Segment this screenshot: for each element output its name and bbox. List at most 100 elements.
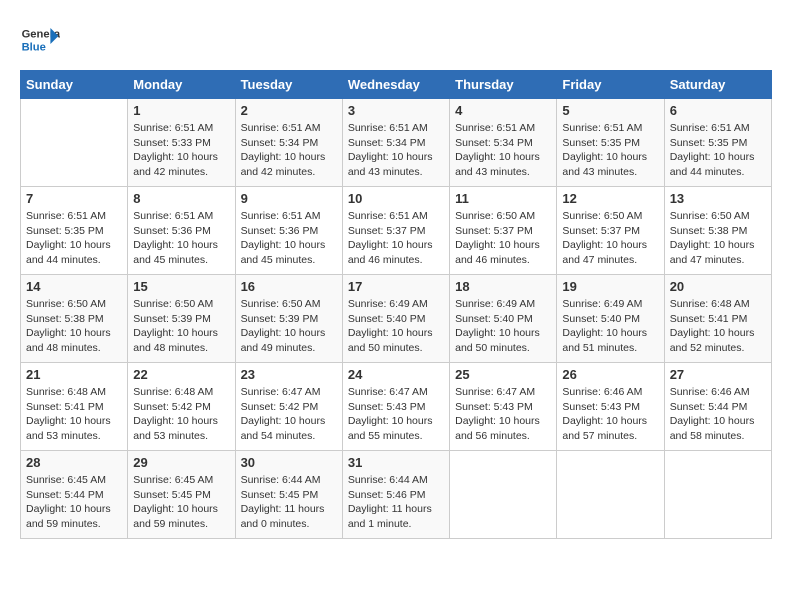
day-info: Sunrise: 6:47 AM Sunset: 5:42 PM Dayligh…: [241, 385, 337, 444]
weekday-header-row: SundayMondayTuesdayWednesdayThursdayFrid…: [21, 71, 772, 99]
day-number: 1: [133, 103, 229, 118]
day-cell: 17 Sunrise: 6:49 AM Sunset: 5:40 PM Dayli…: [342, 275, 449, 363]
day-number: 24: [348, 367, 444, 382]
day-number: 17: [348, 279, 444, 294]
day-cell: [21, 99, 128, 187]
day-info: Sunrise: 6:46 AM Sunset: 5:43 PM Dayligh…: [562, 385, 658, 444]
day-number: 27: [670, 367, 766, 382]
day-info: Sunrise: 6:49 AM Sunset: 5:40 PM Dayligh…: [348, 297, 444, 356]
day-info: Sunrise: 6:46 AM Sunset: 5:44 PM Dayligh…: [670, 385, 766, 444]
calendar-table: SundayMondayTuesdayWednesdayThursdayFrid…: [20, 70, 772, 539]
day-cell: 24Sunrise: 6:47 AM Sunset: 5:43 PM Dayli…: [342, 363, 449, 451]
day-info: Sunrise: 6:51 AM Sunset: 5:35 PM Dayligh…: [562, 121, 658, 180]
week-row-4: 21 Sunrise: 6:48 AM Sunset: 5:41 PM Dayli…: [21, 363, 772, 451]
day-info: Sunrise: 6:44 AM Sunset: 5:45 PM Dayligh…: [241, 473, 337, 532]
page-header: General Blue: [20, 20, 772, 60]
day-number: 4: [455, 103, 551, 118]
day-number: 11: [455, 191, 551, 206]
day-cell: 30 Sunrise: 6:44 AM Sunset: 5:45 PM Dayli…: [235, 451, 342, 539]
weekday-header-thursday: Thursday: [450, 71, 557, 99]
day-cell: 13Sunrise: 6:50 AM Sunset: 5:38 PM Dayli…: [664, 187, 771, 275]
day-info: Sunrise: 6:51 AM Sunset: 5:35 PM Dayligh…: [26, 209, 122, 268]
day-number: 23: [241, 367, 337, 382]
day-number: 30: [241, 455, 337, 470]
day-cell: 7 Sunrise: 6:51 AM Sunset: 5:35 PM Daylig…: [21, 187, 128, 275]
day-info: Sunrise: 6:50 AM Sunset: 5:38 PM Dayligh…: [670, 209, 766, 268]
day-info: Sunrise: 6:49 AM Sunset: 5:40 PM Dayligh…: [562, 297, 658, 356]
day-cell: 11 Sunrise: 6:50 AM Sunset: 5:37 PM Dayli…: [450, 187, 557, 275]
day-info: Sunrise: 6:50 AM Sunset: 5:37 PM Dayligh…: [562, 209, 658, 268]
day-cell: 27 Sunrise: 6:46 AM Sunset: 5:44 PM Dayli…: [664, 363, 771, 451]
day-cell: 2Sunrise: 6:51 AM Sunset: 5:34 PM Daylig…: [235, 99, 342, 187]
day-number: 28: [26, 455, 122, 470]
day-cell: 16Sunrise: 6:50 AM Sunset: 5:39 PM Dayli…: [235, 275, 342, 363]
day-number: 9: [241, 191, 337, 206]
weekday-header-sunday: Sunday: [21, 71, 128, 99]
day-cell: 14Sunrise: 6:50 AM Sunset: 5:38 PM Dayli…: [21, 275, 128, 363]
calendar-body: 1 Sunrise: 6:51 AM Sunset: 5:33 PM Daylig…: [21, 99, 772, 539]
day-info: Sunrise: 6:51 AM Sunset: 5:33 PM Dayligh…: [133, 121, 229, 180]
day-cell: 3Sunrise: 6:51 AM Sunset: 5:34 PM Daylig…: [342, 99, 449, 187]
day-cell: 28Sunrise: 6:45 AM Sunset: 5:44 PM Dayli…: [21, 451, 128, 539]
weekday-header-wednesday: Wednesday: [342, 71, 449, 99]
day-info: Sunrise: 6:51 AM Sunset: 5:36 PM Dayligh…: [133, 209, 229, 268]
week-row-5: 28Sunrise: 6:45 AM Sunset: 5:44 PM Dayli…: [21, 451, 772, 539]
weekday-header-monday: Monday: [128, 71, 235, 99]
day-cell: 9 Sunrise: 6:51 AM Sunset: 5:36 PM Daylig…: [235, 187, 342, 275]
day-info: Sunrise: 6:51 AM Sunset: 5:34 PM Dayligh…: [455, 121, 551, 180]
day-number: 6: [670, 103, 766, 118]
day-number: 31: [348, 455, 444, 470]
day-number: 8: [133, 191, 229, 206]
day-number: 2: [241, 103, 337, 118]
day-cell: 8 Sunrise: 6:51 AM Sunset: 5:36 PM Daylig…: [128, 187, 235, 275]
day-cell: 21 Sunrise: 6:48 AM Sunset: 5:41 PM Dayli…: [21, 363, 128, 451]
weekday-header-friday: Friday: [557, 71, 664, 99]
day-info: Sunrise: 6:51 AM Sunset: 5:36 PM Dayligh…: [241, 209, 337, 268]
day-cell: 15 Sunrise: 6:50 AM Sunset: 5:39 PM Dayli…: [128, 275, 235, 363]
day-info: Sunrise: 6:50 AM Sunset: 5:39 PM Dayligh…: [241, 297, 337, 356]
day-info: Sunrise: 6:51 AM Sunset: 5:34 PM Dayligh…: [348, 121, 444, 180]
day-info: Sunrise: 6:51 AM Sunset: 5:35 PM Dayligh…: [670, 121, 766, 180]
day-number: 10: [348, 191, 444, 206]
day-number: 20: [670, 279, 766, 294]
day-info: Sunrise: 6:48 AM Sunset: 5:42 PM Dayligh…: [133, 385, 229, 444]
day-cell: [664, 451, 771, 539]
day-info: Sunrise: 6:48 AM Sunset: 5:41 PM Dayligh…: [670, 297, 766, 356]
day-cell: 29 Sunrise: 6:45 AM Sunset: 5:45 PM Dayli…: [128, 451, 235, 539]
day-cell: 23 Sunrise: 6:47 AM Sunset: 5:42 PM Dayli…: [235, 363, 342, 451]
day-cell: 22 Sunrise: 6:48 AM Sunset: 5:42 PM Dayli…: [128, 363, 235, 451]
day-cell: 1 Sunrise: 6:51 AM Sunset: 5:33 PM Daylig…: [128, 99, 235, 187]
day-cell: 20 Sunrise: 6:48 AM Sunset: 5:41 PM Dayli…: [664, 275, 771, 363]
day-number: 12: [562, 191, 658, 206]
day-cell: 25 Sunrise: 6:47 AM Sunset: 5:43 PM Dayli…: [450, 363, 557, 451]
day-number: 7: [26, 191, 122, 206]
day-number: 22: [133, 367, 229, 382]
logo-icon: General Blue: [20, 20, 60, 60]
day-info: Sunrise: 6:47 AM Sunset: 5:43 PM Dayligh…: [455, 385, 551, 444]
day-cell: 6 Sunrise: 6:51 AM Sunset: 5:35 PM Daylig…: [664, 99, 771, 187]
day-info: Sunrise: 6:50 AM Sunset: 5:37 PM Dayligh…: [455, 209, 551, 268]
day-info: Sunrise: 6:50 AM Sunset: 5:38 PM Dayligh…: [26, 297, 122, 356]
svg-text:Blue: Blue: [22, 41, 46, 53]
day-cell: 4 Sunrise: 6:51 AM Sunset: 5:34 PM Daylig…: [450, 99, 557, 187]
day-info: Sunrise: 6:50 AM Sunset: 5:39 PM Dayligh…: [133, 297, 229, 356]
day-cell: [450, 451, 557, 539]
day-number: 15: [133, 279, 229, 294]
day-number: 5: [562, 103, 658, 118]
day-info: Sunrise: 6:45 AM Sunset: 5:45 PM Dayligh…: [133, 473, 229, 532]
week-row-2: 7 Sunrise: 6:51 AM Sunset: 5:35 PM Daylig…: [21, 187, 772, 275]
day-cell: 12 Sunrise: 6:50 AM Sunset: 5:37 PM Dayli…: [557, 187, 664, 275]
day-number: 25: [455, 367, 551, 382]
week-row-3: 14Sunrise: 6:50 AM Sunset: 5:38 PM Dayli…: [21, 275, 772, 363]
day-cell: [557, 451, 664, 539]
day-cell: 5 Sunrise: 6:51 AM Sunset: 5:35 PM Daylig…: [557, 99, 664, 187]
day-number: 18: [455, 279, 551, 294]
day-info: Sunrise: 6:51 AM Sunset: 5:37 PM Dayligh…: [348, 209, 444, 268]
day-info: Sunrise: 6:48 AM Sunset: 5:41 PM Dayligh…: [26, 385, 122, 444]
day-number: 21: [26, 367, 122, 382]
day-cell: 10 Sunrise: 6:51 AM Sunset: 5:37 PM Dayli…: [342, 187, 449, 275]
day-number: 29: [133, 455, 229, 470]
day-cell: 31Sunrise: 6:44 AM Sunset: 5:46 PM Dayli…: [342, 451, 449, 539]
day-number: 26: [562, 367, 658, 382]
day-cell: 19Sunrise: 6:49 AM Sunset: 5:40 PM Dayli…: [557, 275, 664, 363]
